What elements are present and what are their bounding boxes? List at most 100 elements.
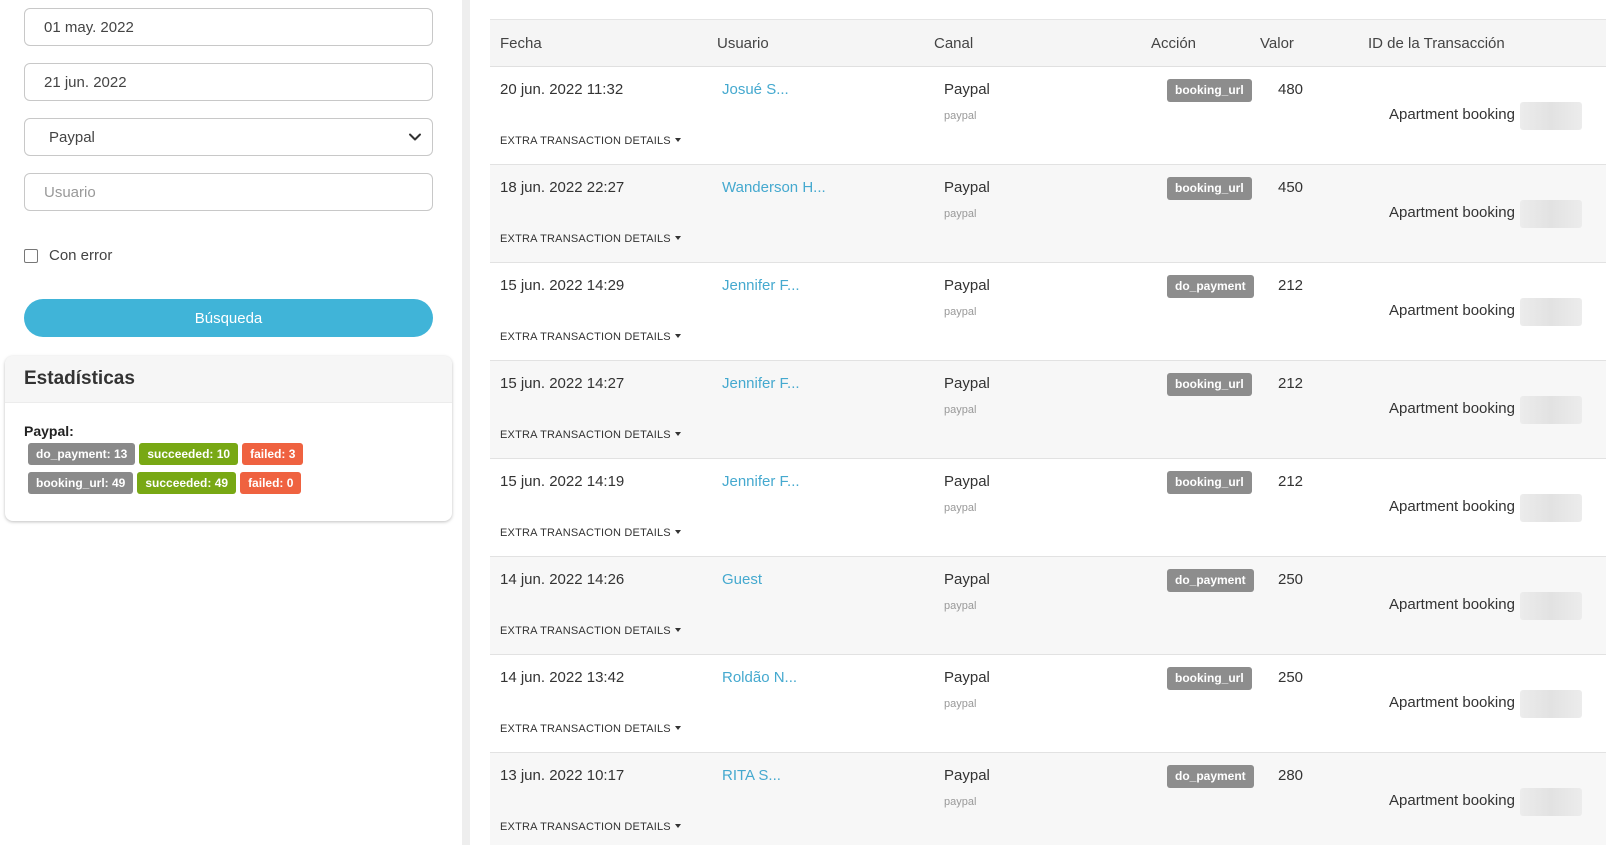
row-date: 15 jun. 2022 14:27 bbox=[500, 375, 625, 392]
stats-succeeded-badge: succeeded: 49 bbox=[137, 472, 237, 494]
header-transaction-id[interactable]: ID de la Transacción bbox=[1368, 35, 1505, 52]
header-value[interactable]: Valor bbox=[1260, 35, 1294, 52]
stats-action-badge: booking_url: 49 bbox=[28, 472, 134, 494]
header-user[interactable]: Usuario bbox=[717, 35, 769, 52]
row-date: 13 jun. 2022 10:17 bbox=[500, 767, 625, 784]
extra-details-toggle[interactable]: EXTRA TRANSACTION DETAILS bbox=[500, 135, 681, 147]
search-button[interactable]: Búsqueda bbox=[24, 299, 433, 337]
row-action-badge: do_payment bbox=[1167, 765, 1254, 788]
row-channel: Paypal bbox=[944, 277, 990, 294]
row-description: Apartment booking bbox=[1389, 694, 1515, 711]
row-action-badge: booking_url bbox=[1167, 177, 1252, 200]
row-action-badge: booking_url bbox=[1167, 667, 1252, 690]
row-date: 18 jun. 2022 22:27 bbox=[500, 179, 625, 196]
transactions-panel: Fecha Usuario Canal Acción Valor ID de l… bbox=[470, 0, 1606, 845]
stats-body: Paypal: do_payment: 13 succeeded: 10 fai… bbox=[5, 403, 452, 494]
caret-down-icon bbox=[674, 236, 681, 240]
header-action[interactable]: Acción bbox=[1151, 35, 1196, 52]
row-channel: Paypal bbox=[944, 669, 990, 686]
row-value: 212 bbox=[1278, 375, 1304, 392]
row-user-link[interactable]: Wanderson H... bbox=[722, 179, 826, 196]
filter-panel: 01 may. 2022 21 jun. 2022 Paypal Usuario… bbox=[0, 0, 462, 845]
row-user-link[interactable]: Josué S... bbox=[722, 81, 789, 98]
user-placeholder: Usuario bbox=[44, 183, 96, 201]
row-user-link[interactable]: Roldão N... bbox=[722, 669, 797, 686]
table-row: 14 jun. 2022 13:42 EXTRA TRANSACTION DET… bbox=[490, 655, 1606, 753]
stats-action-badge: do_payment: 13 bbox=[28, 443, 136, 465]
extra-details-toggle[interactable]: EXTRA TRANSACTION DETAILS bbox=[500, 723, 681, 735]
redacted-transaction-id bbox=[1520, 690, 1582, 718]
stats-succeeded-badge: succeeded: 10 bbox=[139, 443, 239, 465]
row-description: Apartment booking bbox=[1389, 596, 1515, 613]
table-row: 20 jun. 2022 11:32 EXTRA TRANSACTION DET… bbox=[490, 67, 1606, 165]
stats-card: Estadísticas Paypal: do_payment: 13 succ… bbox=[5, 356, 452, 521]
extra-details-label: EXTRA TRANSACTION DETAILS bbox=[500, 527, 671, 539]
row-user-link[interactable]: Jennifer F... bbox=[722, 375, 800, 392]
extra-details-label: EXTRA TRANSACTION DETAILS bbox=[500, 625, 671, 637]
row-value: 212 bbox=[1278, 277, 1304, 294]
redacted-transaction-id bbox=[1520, 298, 1582, 326]
error-checkbox[interactable] bbox=[24, 248, 38, 263]
caret-down-icon bbox=[674, 824, 681, 828]
row-channel: Paypal bbox=[944, 767, 990, 784]
row-value: 280 bbox=[1278, 767, 1304, 784]
row-channel-sub: paypal bbox=[944, 404, 977, 416]
row-action-badge: do_payment bbox=[1167, 569, 1254, 592]
extra-details-label: EXTRA TRANSACTION DETAILS bbox=[500, 821, 671, 833]
row-channel-sub: paypal bbox=[944, 796, 977, 808]
extra-details-label: EXTRA TRANSACTION DETAILS bbox=[500, 135, 671, 147]
date-from-input[interactable]: 01 may. 2022 bbox=[24, 8, 433, 46]
row-action-badge: do_payment bbox=[1167, 275, 1254, 298]
redacted-transaction-id bbox=[1520, 396, 1582, 424]
table-row: 15 jun. 2022 14:27 EXTRA TRANSACTION DET… bbox=[490, 361, 1606, 459]
caret-down-icon bbox=[674, 432, 681, 436]
row-user-link[interactable]: Guest bbox=[722, 571, 762, 588]
row-description: Apartment booking bbox=[1389, 204, 1515, 221]
redacted-transaction-id bbox=[1520, 102, 1582, 130]
row-channel: Paypal bbox=[944, 81, 990, 98]
extra-details-toggle[interactable]: EXTRA TRANSACTION DETAILS bbox=[500, 821, 681, 833]
row-date: 15 jun. 2022 14:19 bbox=[500, 473, 625, 490]
row-description: Apartment booking bbox=[1389, 792, 1515, 809]
stats-failed-badge: failed: 0 bbox=[240, 472, 302, 494]
extra-details-label: EXTRA TRANSACTION DETAILS bbox=[500, 233, 671, 245]
stats-row: booking_url: 49 succeeded: 49 failed: 0 bbox=[28, 472, 452, 494]
row-action-badge: booking_url bbox=[1167, 79, 1252, 102]
row-user-link[interactable]: Jennifer F... bbox=[722, 473, 800, 490]
header-channel[interactable]: Canal bbox=[934, 35, 973, 52]
stats-provider-label: Paypal: bbox=[24, 423, 74, 439]
caret-down-icon bbox=[674, 138, 681, 142]
row-user-link[interactable]: Jennifer F... bbox=[722, 277, 800, 294]
channel-select[interactable]: Paypal bbox=[24, 118, 433, 156]
extra-details-toggle[interactable]: EXTRA TRANSACTION DETAILS bbox=[500, 429, 681, 441]
extra-details-toggle[interactable]: EXTRA TRANSACTION DETAILS bbox=[500, 527, 681, 539]
header-date[interactable]: Fecha bbox=[500, 35, 542, 52]
caret-down-icon bbox=[674, 530, 681, 534]
panel-divider bbox=[462, 0, 470, 845]
extra-details-toggle[interactable]: EXTRA TRANSACTION DETAILS bbox=[500, 331, 681, 343]
extra-details-toggle[interactable]: EXTRA TRANSACTION DETAILS bbox=[500, 625, 681, 637]
date-to-input[interactable]: 21 jun. 2022 bbox=[24, 63, 433, 101]
table-row: 13 jun. 2022 10:17 EXTRA TRANSACTION DET… bbox=[490, 753, 1606, 845]
row-value: 250 bbox=[1278, 669, 1304, 686]
row-user-link[interactable]: RITA S... bbox=[722, 767, 781, 784]
row-value: 480 bbox=[1278, 81, 1304, 98]
table-row: 15 jun. 2022 14:19 EXTRA TRANSACTION DET… bbox=[490, 459, 1606, 557]
redacted-transaction-id bbox=[1520, 200, 1582, 228]
user-search-input[interactable]: Usuario bbox=[24, 173, 433, 211]
row-description: Apartment booking bbox=[1389, 302, 1515, 319]
row-description: Apartment booking bbox=[1389, 400, 1515, 417]
row-date: 20 jun. 2022 11:32 bbox=[500, 81, 624, 98]
table-row: 14 jun. 2022 14:26 EXTRA TRANSACTION DET… bbox=[490, 557, 1606, 655]
row-description: Apartment booking bbox=[1389, 106, 1515, 123]
extra-details-toggle[interactable]: EXTRA TRANSACTION DETAILS bbox=[500, 233, 681, 245]
redacted-transaction-id bbox=[1520, 494, 1582, 522]
row-action-badge: booking_url bbox=[1167, 373, 1252, 396]
extra-details-label: EXTRA TRANSACTION DETAILS bbox=[500, 723, 671, 735]
row-channel-sub: paypal bbox=[944, 600, 977, 612]
row-date: 14 jun. 2022 13:42 bbox=[500, 669, 625, 686]
caret-down-icon bbox=[674, 334, 681, 338]
extra-details-label: EXTRA TRANSACTION DETAILS bbox=[500, 429, 671, 441]
error-checkbox-label[interactable]: Con error bbox=[49, 247, 112, 264]
row-value: 212 bbox=[1278, 473, 1304, 490]
